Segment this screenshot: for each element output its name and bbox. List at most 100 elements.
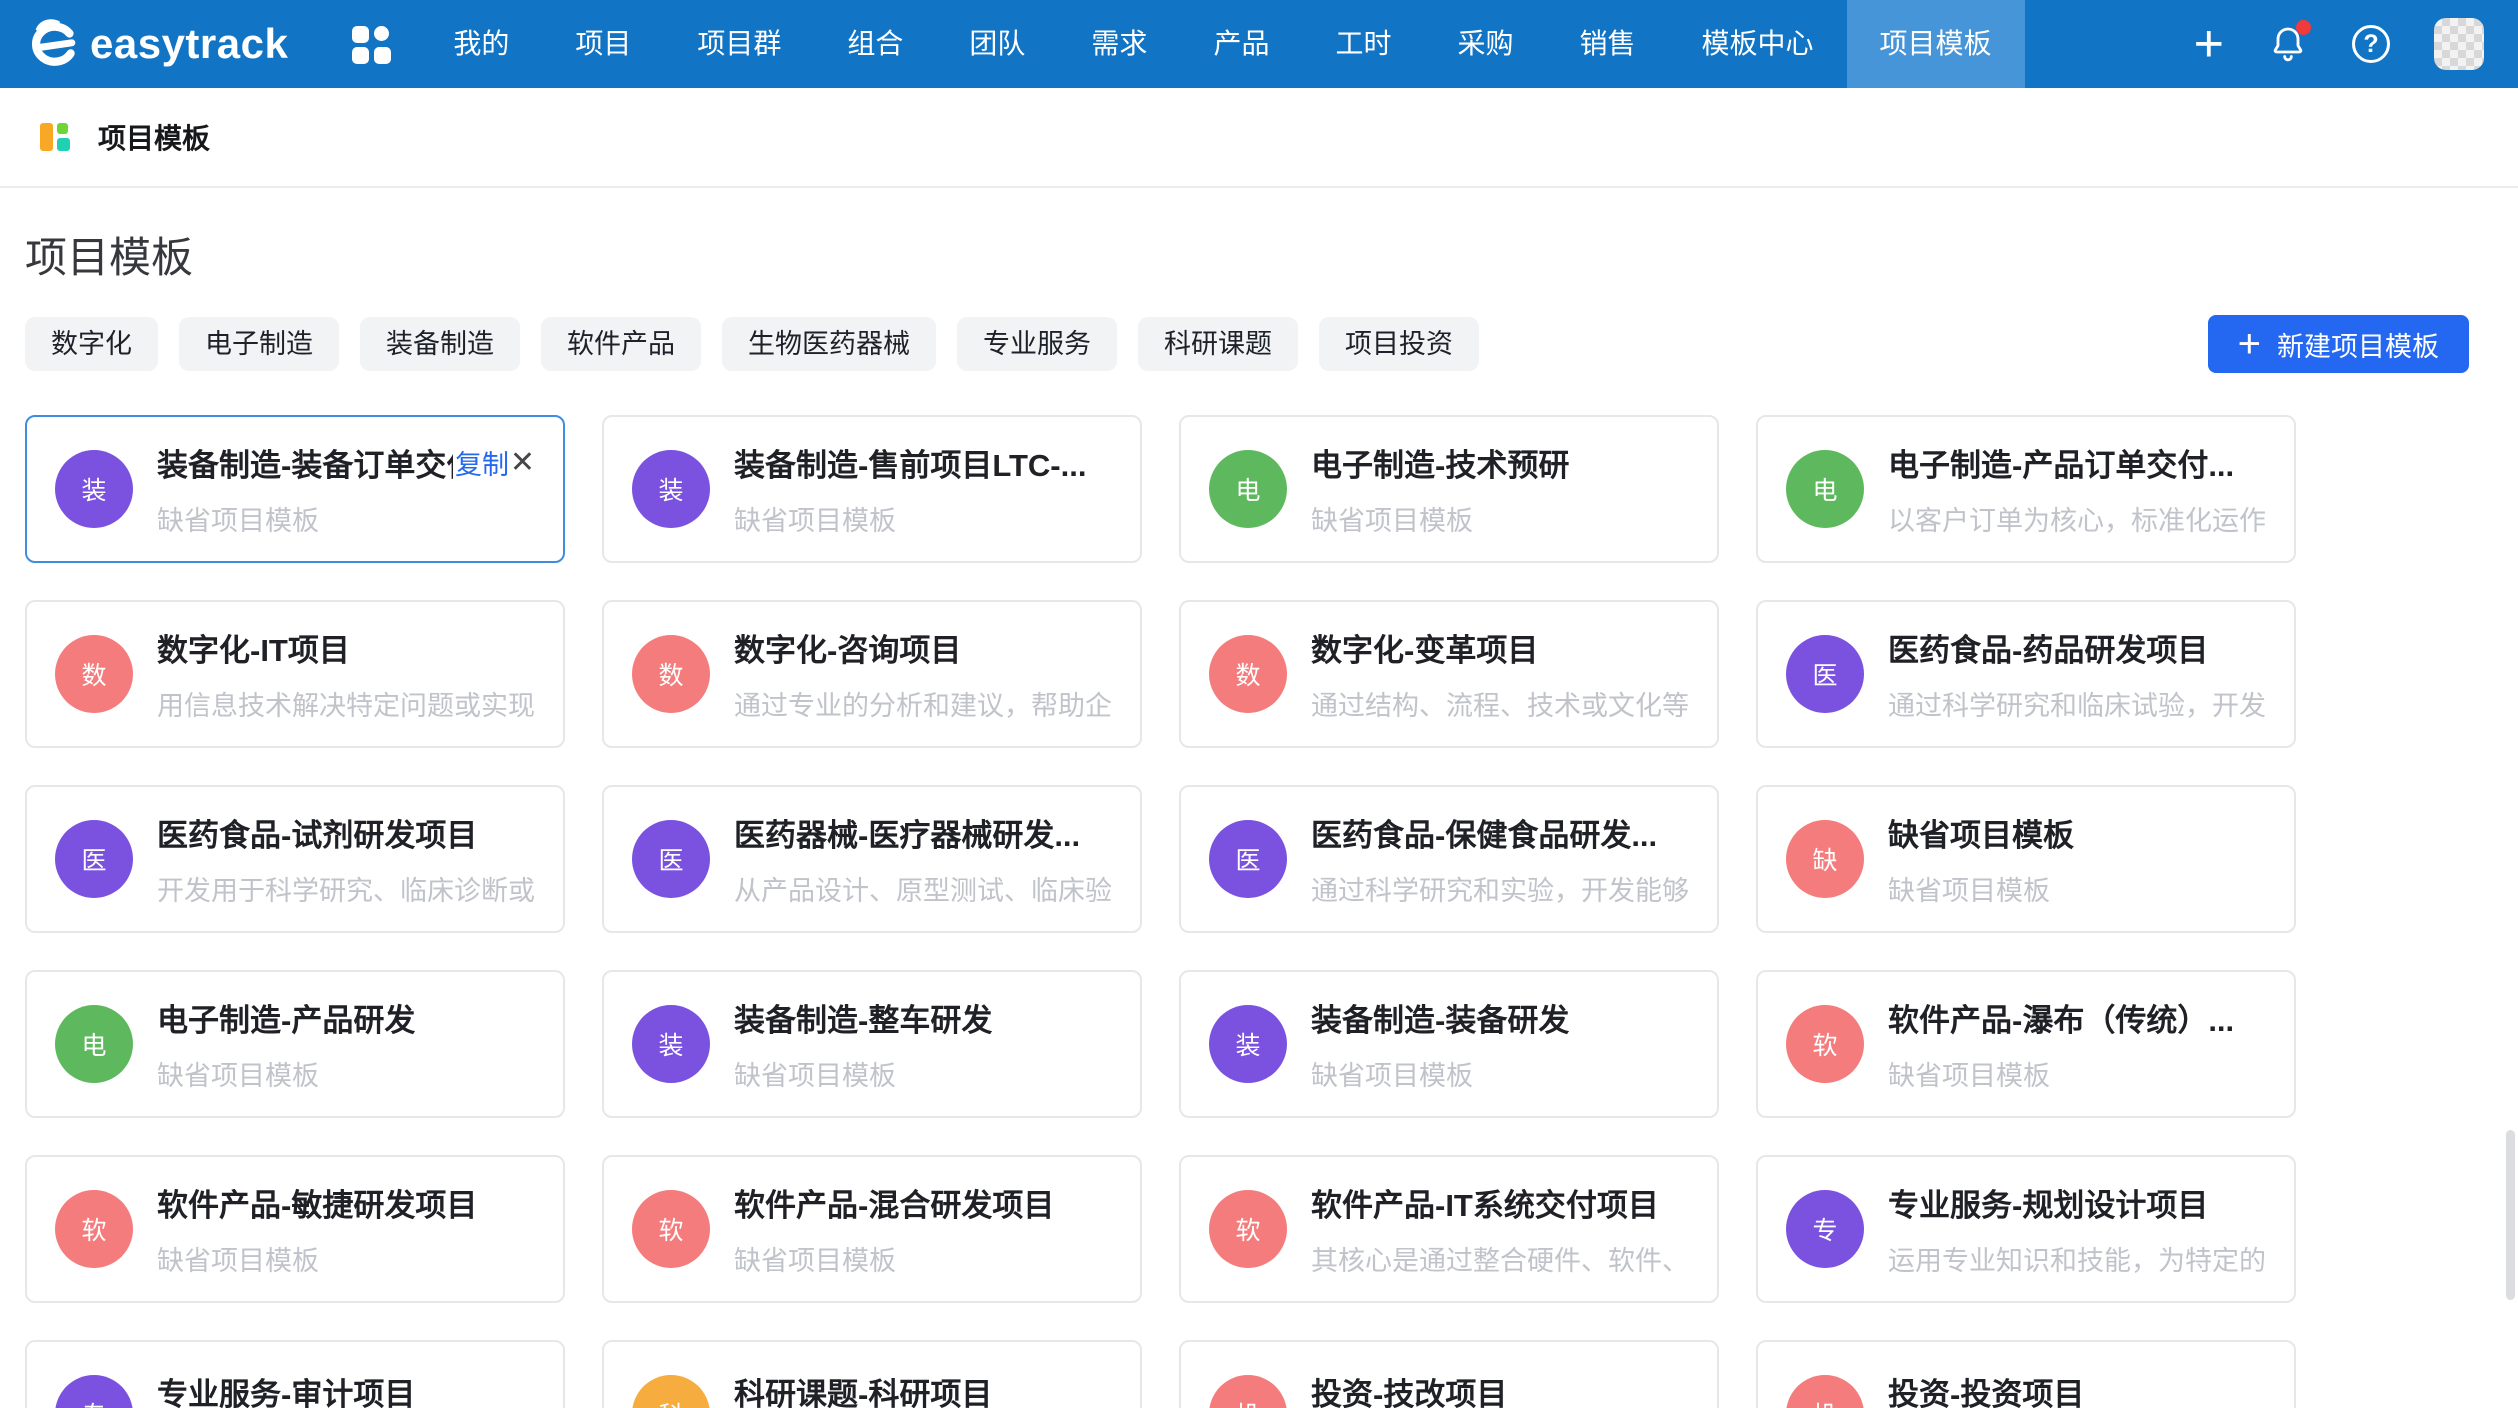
nav-item-1[interactable]: 项目 [542, 0, 664, 88]
nav-item-10[interactable]: 模板中心 [1669, 0, 1847, 88]
template-card[interactable]: 电电子制造-技术预研缺省项目模板 [1179, 415, 1719, 563]
tag-filter-7[interactable]: 项目投资 [1319, 317, 1479, 371]
template-avatar: 医 [632, 820, 710, 898]
logo-swoosh-icon [24, 16, 80, 72]
template-title: 数字化-IT项目 [157, 625, 350, 670]
nav-item-6[interactable]: 产品 [1180, 0, 1302, 88]
template-card[interactable]: 专专业服务-规划设计项目运用专业知识和技能，为特定的目... [1756, 1155, 2296, 1303]
tag-filter-4[interactable]: 生物医药器械 [722, 317, 936, 371]
template-title: 装备制造-整车研发 [734, 995, 992, 1040]
template-title: 软件产品-瀑布（传统）... [1888, 995, 2234, 1040]
template-title: 装备制造-售前项目LTC-... [734, 440, 1086, 485]
template-subtitle: 缺省项目模板 [1311, 499, 1689, 538]
template-subtitle: 通过结构、流程、技术或文化等方... [1311, 684, 1689, 723]
template-title: 软件产品-IT系统交付项目 [1311, 1180, 1659, 1225]
template-subtitle: 通过科学研究和临床试验，开发新... [1888, 684, 2266, 723]
tag-filter-6[interactable]: 科研课题 [1138, 317, 1298, 371]
template-subtitle: 缺省项目模板 [157, 499, 535, 538]
template-card[interactable]: 医医药食品-试剂研发项目开发用于科学研究、临床诊断或治... [25, 785, 565, 933]
nav-item-5[interactable]: 需求 [1058, 0, 1180, 88]
template-card[interactable]: 装装备制造-售前项目LTC-...缺省项目模板 [602, 415, 1142, 563]
template-card[interactable]: 装装备制造-整车研发缺省项目模板 [602, 970, 1142, 1118]
template-title: 投资-投资项目 [1888, 1369, 2084, 1408]
page-title: 项目模板 [25, 224, 2493, 285]
template-card[interactable]: 软软件产品-瀑布（传统）... 缺省项目模板 [1756, 970, 2296, 1118]
template-card[interactable]: 投投资-投资项目 [1756, 1340, 2296, 1408]
tag-filter-2[interactable]: 装备制造 [360, 317, 520, 371]
template-card[interactable]: 医医药器械-医疗器械研发...从产品设计、原型测试、临床验证... [602, 785, 1142, 933]
template-title: 投资-技改项目 [1311, 1369, 1507, 1408]
template-title: 装备制造-装备研发 [1311, 995, 1569, 1040]
nav-item-3[interactable]: 组合 [814, 0, 936, 88]
nav-item-8[interactable]: 采购 [1424, 0, 1546, 88]
template-card[interactable]: 数数字化-IT项目用信息技术解决特定问题或实现特... [25, 600, 565, 748]
notification-badge-dot [2296, 20, 2311, 35]
template-title: 医药食品-试剂研发项目 [157, 810, 477, 855]
template-card[interactable]: 医医药食品-药品研发项目通过科学研究和临床试验，开发新... [1756, 600, 2296, 748]
plus-icon: + [2238, 329, 2261, 359]
app-logo[interactable]: easytrack [24, 16, 288, 72]
template-card[interactable]: 数数字化-咨询项目通过专业的分析和建议，帮助企业... [602, 600, 1142, 748]
template-subtitle: 用信息技术解决特定问题或实现特... [157, 684, 535, 723]
template-card[interactable]: 科科研课题-科研项目 [602, 1340, 1142, 1408]
breadcrumb-title: 项目模板 [98, 117, 210, 157]
template-avatar: 软 [1209, 1190, 1287, 1268]
template-avatar: 电 [1786, 450, 1864, 528]
template-card[interactable]: 软软件产品-敏捷研发项目缺省项目模板 [25, 1155, 565, 1303]
nav-right: + ? [2194, 18, 2518, 70]
template-avatar: 电 [1209, 450, 1287, 528]
template-title: 医药食品-保健食品研发... [1311, 810, 1657, 855]
template-title: 电子制造-产品研发 [157, 995, 415, 1040]
top-nav: easytrack 我的项目项目群组合团队需求产品工时采购销售模板中心项目模板 … [0, 0, 2518, 88]
tag-filter-3[interactable]: 软件产品 [541, 317, 701, 371]
nav-item-9[interactable]: 销售 [1546, 0, 1668, 88]
new-template-button[interactable]: + 新建项目模板 [2208, 315, 2469, 373]
nav-item-7[interactable]: 工时 [1302, 0, 1424, 88]
template-title: 电子制造-产品订单交付... [1888, 440, 2234, 485]
tag-filter-5[interactable]: 专业服务 [957, 317, 1117, 371]
template-card[interactable]: 医医药食品-保健食品研发...通过科学研究和实验，开发能够促... [1179, 785, 1719, 933]
template-avatar: 装 [632, 450, 710, 528]
template-card[interactable]: 专专业服务-审计项目 [25, 1340, 565, 1408]
copy-template-link[interactable]: 复制 [455, 443, 509, 482]
nav-item-11[interactable]: 项目模板 [1847, 0, 2025, 88]
global-add-icon[interactable]: + [2194, 24, 2224, 64]
template-card[interactable]: 电电子制造-产品订单交付...以客户订单为核心，标准化运作实... [1756, 415, 2296, 563]
nav-item-0[interactable]: 我的 [420, 0, 542, 88]
template-avatar: 投 [1209, 1375, 1287, 1408]
template-module-icon [40, 121, 72, 153]
template-avatar: 数 [55, 635, 133, 713]
tag-filter-0[interactable]: 数字化 [25, 317, 158, 371]
user-avatar[interactable] [2434, 18, 2484, 70]
template-card[interactable]: 装装备制造-装备研发缺省项目模板 [1179, 970, 1719, 1118]
template-card[interactable]: 装装备制造-装备订单交付复制✕缺省项目模板 [25, 415, 565, 563]
template-avatar: 医 [55, 820, 133, 898]
template-title: 科研课题-科研项目 [734, 1369, 992, 1408]
notifications-bell-icon[interactable] [2268, 24, 2308, 64]
template-subtitle: 缺省项目模板 [1888, 1054, 2266, 1093]
template-subtitle: 缺省项目模板 [1311, 1054, 1689, 1093]
help-icon[interactable]: ? [2352, 25, 2390, 63]
template-card[interactable]: 软软件产品-IT系统交付项目其核心是通过整合硬件、软件、网... [1179, 1155, 1719, 1303]
nav-item-2[interactable]: 项目群 [664, 0, 814, 88]
template-subtitle: 其核心是通过整合硬件、软件、网... [1311, 1239, 1689, 1278]
template-title: 数字化-变革项目 [1311, 625, 1538, 670]
template-subtitle: 运用专业知识和技能，为特定的目... [1888, 1239, 2266, 1278]
template-avatar: 缺 [1786, 820, 1864, 898]
template-title: 医药器械-医疗器械研发... [734, 810, 1080, 855]
scrollbar-thumb[interactable] [2506, 1130, 2515, 1300]
close-icon[interactable]: ✕ [510, 448, 535, 478]
template-card[interactable]: 投投资-技改项目 [1179, 1340, 1719, 1408]
logo-text: easytrack [90, 20, 288, 68]
template-avatar: 投 [1786, 1375, 1864, 1408]
template-card[interactable]: 软软件产品-混合研发项目缺省项目模板 [602, 1155, 1142, 1303]
template-avatar: 装 [632, 1005, 710, 1083]
template-grid: 装装备制造-装备订单交付复制✕缺省项目模板装装备制造-售前项目LTC-...缺省… [25, 415, 2493, 1408]
apps-grid-icon[interactable] [350, 22, 394, 66]
template-card[interactable]: 数数字化-变革项目通过结构、流程、技术或文化等方... [1179, 600, 1719, 748]
tag-filter-1[interactable]: 电子制造 [179, 317, 339, 371]
template-avatar: 软 [1786, 1005, 1864, 1083]
nav-item-4[interactable]: 团队 [936, 0, 1058, 88]
template-card[interactable]: 电电子制造-产品研发缺省项目模板 [25, 970, 565, 1118]
template-card[interactable]: 缺缺省项目模板缺省项目模板 [1756, 785, 2296, 933]
